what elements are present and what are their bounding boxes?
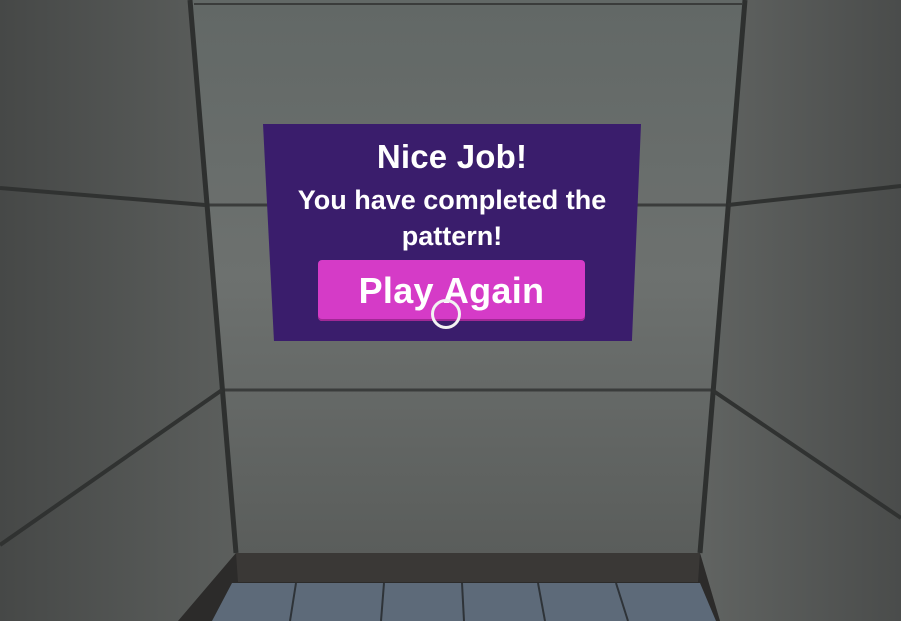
popup-title: Nice Job! <box>376 138 528 175</box>
popup-message: You have completed the pattern! <box>297 185 607 251</box>
game-scene: Nice Job! You have completed the pattern… <box>0 0 901 621</box>
cursor-ring-icon <box>431 299 461 329</box>
